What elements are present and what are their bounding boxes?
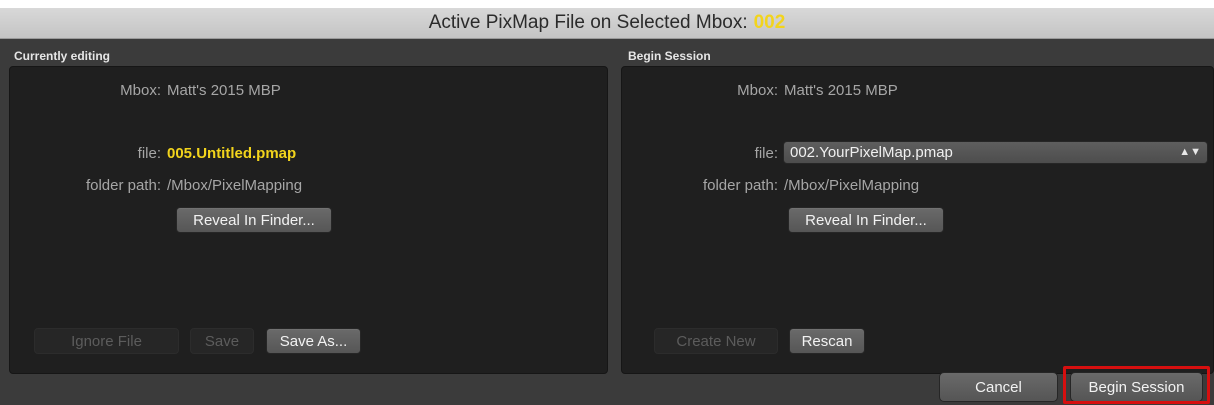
mbox-label: Mbox: [737, 82, 778, 99]
mbox-value: Matt's 2015 MBP [167, 82, 281, 99]
folder-path-label: folder path: [702, 177, 778, 194]
cancel-button[interactable]: Cancel [939, 372, 1058, 402]
begin-session-section-label: Begin Session [628, 49, 711, 63]
save-button[interactable]: Save [190, 328, 254, 354]
folder-path-value: /Mbox/PixelMapping [784, 177, 920, 194]
mbox-value: Matt's 2015 MBP [784, 82, 898, 99]
currently-editing-label: Currently editing [14, 49, 111, 63]
current-file-value: 005.Untitled.pmap [167, 145, 297, 162]
save-as-button[interactable]: Save As... [266, 328, 361, 354]
reveal-in-finder-button[interactable]: Reveal In Finder... [176, 207, 332, 233]
updown-arrows-icon: ▲▼ [1179, 146, 1201, 158]
file-select-dropdown[interactable]: 002.YourPixelMap.pmap ▲▼ [783, 141, 1208, 164]
rescan-button[interactable]: Rescan [789, 328, 865, 354]
file-label: file: [754, 145, 778, 162]
folder-path-label: folder path: [85, 177, 161, 194]
file-label: file: [137, 145, 161, 162]
ignore-file-button[interactable]: Ignore File [34, 328, 179, 354]
file-select-value: 002.YourPixelMap.pmap [790, 144, 953, 161]
mbox-number: 002 [753, 12, 786, 33]
folder-path-value: /Mbox/PixelMapping [167, 177, 303, 194]
begin-session-highlight [1063, 366, 1210, 404]
mbox-label: Mbox: [120, 82, 161, 99]
create-new-button[interactable]: Create New [654, 328, 778, 354]
reveal-in-finder-button[interactable]: Reveal In Finder... [788, 207, 944, 233]
currently-editing-panel: Mbox: Matt's 2015 MBP file: 005.Untitled… [9, 66, 608, 374]
begin-session-panel: Mbox: Matt's 2015 MBP file: 002.YourPixe… [621, 66, 1214, 374]
pixmap-dialog: Active PixMap File on Selected Mbox: 002 … [0, 8, 1214, 405]
dialog-title-bar: Active PixMap File on Selected Mbox: 002 [0, 8, 1214, 39]
dialog-title: Active PixMap File on Selected Mbox: [428, 12, 748, 33]
